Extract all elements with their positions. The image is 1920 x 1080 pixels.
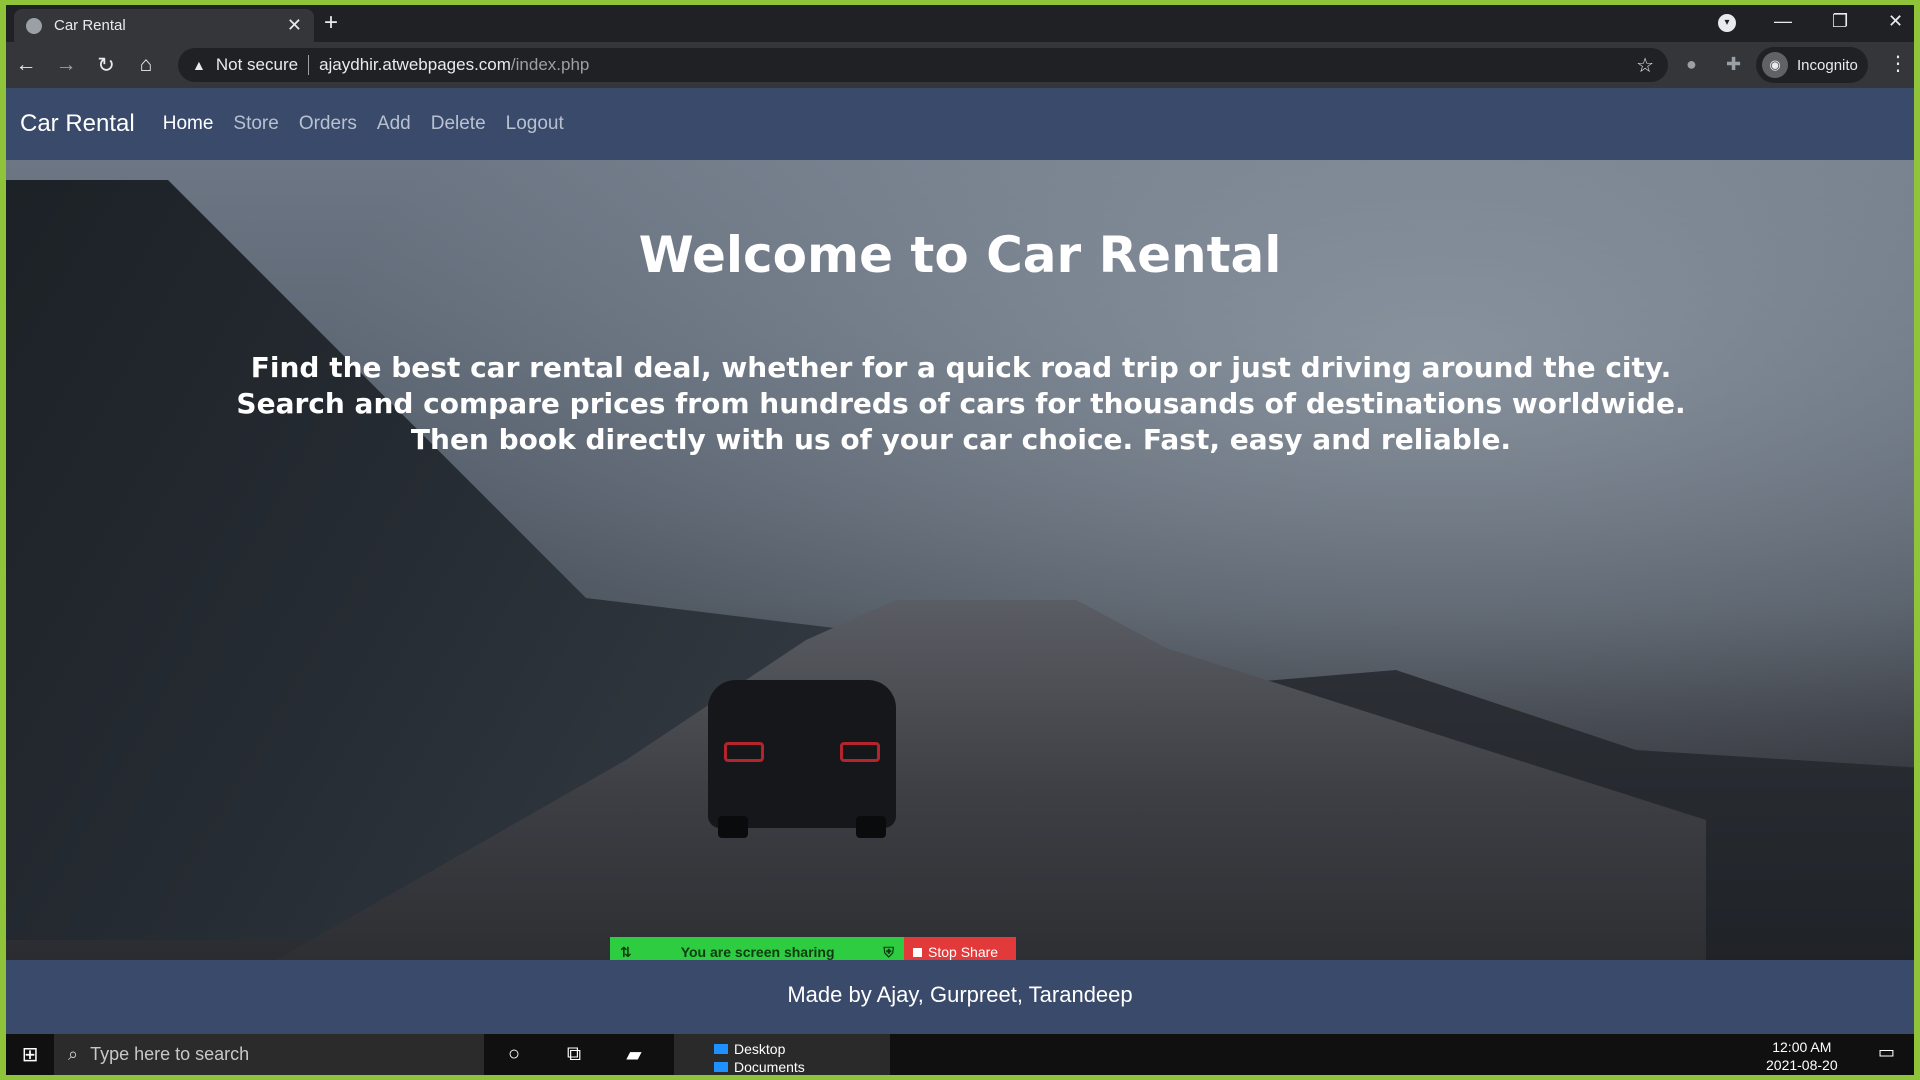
globe-icon	[26, 17, 42, 34]
security-label[interactable]: Not secure	[216, 55, 298, 75]
minimize-icon[interactable]: —	[1774, 11, 1792, 32]
forward-icon[interactable]: →	[46, 53, 86, 77]
incognito-badge[interactable]: ◉ Incognito	[1756, 47, 1868, 83]
stop-share-label: Stop Share	[928, 944, 999, 960]
hero-section: Welcome to Car Rental Find the best car …	[6, 160, 1914, 960]
nav-link-store[interactable]: Store	[233, 113, 278, 135]
close-tab-icon[interactable]: ✕	[287, 15, 302, 36]
car-taillight	[724, 742, 764, 762]
taskbar-search-box[interactable]: ⌕ Type here to search	[54, 1034, 484, 1075]
home-icon[interactable]: ⌂	[126, 53, 166, 77]
hero-car-image	[708, 680, 896, 838]
new-tab-button[interactable]: +	[324, 11, 338, 35]
address-bar[interactable]: ▲ Not secure ajaydhir.atwebpages.com /in…	[178, 48, 1668, 82]
bookmark-star-icon[interactable]: ☆	[1636, 53, 1654, 78]
nav-link-add[interactable]: Add	[377, 113, 411, 135]
nav-link-orders[interactable]: Orders	[299, 113, 357, 135]
browser-window: Car Rental ✕ + ▾ — ❐ ✕ ← → ↻ ⌂ ▲ Not sec…	[6, 5, 1914, 1075]
divider	[308, 55, 310, 75]
clock-time: 12:00 AM	[1772, 1039, 1832, 1055]
cortana-icon[interactable]: ○	[484, 1043, 544, 1066]
hero-title: Welcome to Car Rental	[638, 226, 1282, 284]
kebab-menu-icon[interactable]: ⋮	[1888, 51, 1908, 76]
pinned-app-icon[interactable]: ▰	[604, 1042, 664, 1067]
browser-toolbar: ← → ↻ ⌂ ▲ Not secure ajaydhir.atwebpages…	[6, 42, 1914, 88]
folder-icon	[714, 1044, 728, 1054]
tab-search-icon[interactable]: ▾	[1718, 14, 1736, 32]
warning-icon[interactable]: ▲	[192, 57, 206, 73]
folder-icon	[714, 1062, 728, 1072]
window-item-label: Documents	[734, 1059, 805, 1075]
car-wheel	[718, 816, 748, 838]
reload-icon[interactable]: ↻	[86, 53, 126, 78]
url-path[interactable]: /index.php	[511, 55, 589, 75]
taskbar-clock[interactable]: 12:00 AM 2021-08-20	[1766, 1038, 1838, 1074]
search-placeholder: Type here to search	[90, 1044, 250, 1064]
site-footer: Made by Ajay, Gurpreet, Tarandeep	[6, 960, 1914, 1034]
clock-date: 2021-08-20	[1766, 1057, 1838, 1073]
site-brand[interactable]: Car Rental	[20, 110, 135, 138]
tab-strip: Car Rental ✕ + ▾ — ❐ ✕	[6, 5, 1914, 42]
window-item-documents[interactable]: Documents	[714, 1058, 890, 1075]
back-icon[interactable]: ←	[6, 53, 46, 77]
search-icon: ⌕	[68, 1044, 79, 1064]
hero-description: Find the best car rental deal, whether f…	[236, 351, 1686, 456]
tab-car-rental[interactable]: Car Rental ✕	[14, 9, 314, 42]
close-window-icon[interactable]: ✕	[1888, 11, 1903, 32]
drag-handle-icon[interactable]: ⇅	[620, 944, 632, 961]
windows-start-icon[interactable]: ⊞	[6, 1042, 54, 1067]
incognito-label: Incognito	[1797, 56, 1858, 74]
task-view-icon[interactable]: ⧉	[544, 1043, 604, 1066]
puzzle-icon[interactable]: ✚	[1726, 54, 1741, 75]
notifications-icon[interactable]: ▭	[1878, 1042, 1895, 1063]
stop-icon	[913, 947, 922, 957]
url-host[interactable]: ajaydhir.atwebpages.com	[319, 55, 511, 75]
extension-icon[interactable]: ●	[1686, 54, 1697, 75]
windows-taskbar: ⊞ ⌕ Type here to search ○ ⧉ ▰ Desktop Do…	[6, 1034, 1914, 1075]
window-item-desktop[interactable]: Desktop	[714, 1040, 890, 1058]
window-item-label: Desktop	[734, 1041, 786, 1057]
incognito-icon: ◉	[1762, 52, 1788, 78]
taskbar-window-preview[interactable]: Desktop Documents	[674, 1034, 890, 1075]
nav-link-delete[interactable]: Delete	[431, 113, 486, 135]
tab-title: Car Rental	[54, 17, 126, 34]
nav-link-logout[interactable]: Logout	[506, 113, 564, 135]
restore-icon[interactable]: ❐	[1832, 11, 1848, 32]
shield-icon: ⛨	[883, 943, 894, 960]
nav-link-home[interactable]: Home	[163, 113, 214, 135]
share-status-label: You are screen sharing	[680, 944, 835, 960]
car-taillight	[840, 742, 880, 762]
car-wheel	[856, 816, 886, 838]
footer-credits: Made by Ajay, Gurpreet, Tarandeep	[787, 982, 1133, 1007]
site-navbar: Car Rental Home Store Orders Add Delete …	[6, 88, 1914, 160]
